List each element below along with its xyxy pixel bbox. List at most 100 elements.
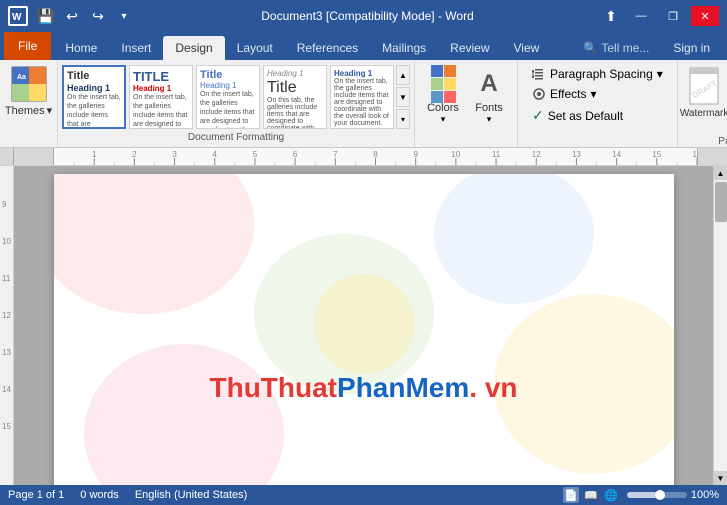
- page-info: Page 1 of 1: [8, 489, 64, 501]
- paragraph-spacing-button[interactable]: Paragraph Spacing ▾: [526, 64, 669, 84]
- set-as-default-button[interactable]: ✓ Set as Default: [526, 104, 669, 127]
- svg-text:10: 10: [451, 150, 460, 159]
- style-gallery: Title Heading 1 On the insert tab, the g…: [62, 64, 410, 130]
- style5-heading: Heading 1: [334, 69, 390, 78]
- fonts-button[interactable]: A Fonts ▾: [469, 64, 509, 127]
- window-title: Document3 [Compatibility Mode] - Word: [136, 9, 599, 23]
- document-formatting-label: Document Formatting: [62, 132, 410, 145]
- web-layout-view-button[interactable]: 🌐: [603, 487, 619, 503]
- zoom-controls: 100%: [627, 489, 719, 501]
- style2-title: TITLE: [133, 69, 189, 84]
- ribbon-toggle-icon[interactable]: ⬆: [599, 4, 623, 28]
- print-layout-view-button[interactable]: 📄: [563, 487, 579, 503]
- page-background-decoration: [54, 174, 674, 485]
- title-bar: W 💾 ↩ ↪ ▾ Document3 [Compatibility Mode]…: [0, 0, 727, 32]
- colors-chevron-icon: ▾: [441, 114, 446, 125]
- effects-icon: [532, 87, 546, 101]
- svg-text:W: W: [12, 12, 22, 23]
- effects-button[interactable]: Effects ▾: [526, 84, 669, 104]
- svg-text:11: 11: [492, 150, 501, 159]
- undo-button[interactable]: ↩: [60, 4, 84, 28]
- colors-fonts-content: Colors ▾ A Fonts ▾: [423, 64, 509, 127]
- ruler-body: 1 2 3 4 5 6 7 8 9: [14, 148, 727, 166]
- style-item-default[interactable]: Title Heading 1 On the insert tab, the g…: [62, 65, 126, 129]
- fonts-chevron-icon: ▾: [487, 114, 492, 125]
- themes-text: Themes: [5, 105, 45, 117]
- scroll-thumb[interactable]: [715, 182, 727, 222]
- zoom-level: 100%: [691, 489, 719, 501]
- view-buttons: 📄 📖 🌐: [563, 487, 619, 503]
- style-item-2[interactable]: TITLE Heading 1 On the insert tab, the g…: [129, 65, 193, 129]
- sign-in-button[interactable]: Sign in: [661, 36, 722, 60]
- colors-fonts-section: Colors ▾ A Fonts ▾: [415, 60, 518, 147]
- style5-body: On the insert tab, the galleries include…: [334, 78, 390, 127]
- watermark-text-part3: . vn: [469, 372, 517, 403]
- word-icon: W: [8, 6, 28, 26]
- restore-button[interactable]: ❐: [659, 6, 687, 26]
- word-count: 0 words: [80, 489, 119, 501]
- style-scroll-up-button[interactable]: ▲: [396, 65, 410, 85]
- effects-label: Effects: [550, 87, 586, 101]
- tab-view[interactable]: View: [502, 36, 552, 60]
- check-icon: ✓: [532, 107, 544, 124]
- style-item-4[interactable]: Heading 1 Title On this tab, the galleri…: [263, 65, 327, 129]
- zoom-slider[interactable]: [627, 492, 687, 498]
- themes-label: Themes ▾: [5, 104, 52, 117]
- tab-file[interactable]: File: [4, 32, 51, 60]
- style3-heading: Heading 1: [200, 81, 256, 90]
- redo-button[interactable]: ↪: [86, 4, 110, 28]
- style-title-text: Title: [67, 70, 121, 83]
- svg-text:14: 14: [612, 150, 621, 159]
- tab-references[interactable]: References: [285, 36, 370, 60]
- svg-text:16: 16: [693, 150, 697, 159]
- svg-text:Aa: Aa: [17, 74, 26, 81]
- customize-button[interactable]: ▾: [112, 4, 136, 28]
- style2-body: On the insert tab, the galleries include…: [133, 93, 189, 129]
- tab-mailings[interactable]: Mailings: [370, 36, 438, 60]
- themes-section[interactable]: Aa Themes ▾: [0, 60, 58, 147]
- read-mode-view-button[interactable]: 📖: [583, 487, 599, 503]
- minimize-button[interactable]: —: [627, 6, 655, 26]
- save-button[interactable]: 💾: [34, 4, 58, 28]
- watermark-button[interactable]: DRAFT Watermark: [682, 64, 727, 122]
- close-button[interactable]: ✕: [691, 6, 719, 26]
- tab-design[interactable]: Design: [163, 36, 224, 60]
- page-bg-content: DRAFT Watermark Page Color: [682, 64, 727, 134]
- style-item-5[interactable]: Heading 1 On the insert tab, the galleri…: [330, 65, 394, 129]
- style-heading-text: Heading 1: [67, 83, 121, 93]
- status-bar-right: 📄 📖 🌐 100%: [563, 487, 719, 503]
- themes-chevron-icon: ▾: [47, 104, 53, 117]
- style-scroll-more-button[interactable]: ▾: [396, 109, 410, 129]
- quick-access-toolbar: 💾 ↩ ↪ ▾: [34, 4, 136, 28]
- svg-text:12: 12: [532, 150, 541, 159]
- vertical-scrollbar[interactable]: ▲ ▼: [713, 166, 727, 485]
- window-controls: ⬆ — ❐ ✕: [599, 4, 719, 28]
- scroll-down-button[interactable]: ▼: [714, 471, 727, 485]
- style2-heading: Heading 1: [133, 84, 189, 93]
- tab-layout[interactable]: Layout: [225, 36, 285, 60]
- style-scroll-down-button[interactable]: ▼: [396, 87, 410, 107]
- colors-button[interactable]: Colors ▾: [423, 64, 463, 127]
- svg-text:5: 5: [253, 150, 258, 159]
- svg-text:4: 4: [213, 150, 218, 159]
- fonts-label: Fonts: [475, 102, 503, 114]
- tab-review[interactable]: Review: [438, 36, 501, 60]
- document-formatting-section: Title Heading 1 On the insert tab, the g…: [58, 60, 415, 147]
- title-bar-left: W 💾 ↩ ↪ ▾: [8, 4, 136, 28]
- style-items-list: Title Heading 1 On the insert tab, the g…: [62, 65, 394, 129]
- document-page[interactable]: ThuThuatPhanMem. vn: [54, 174, 674, 485]
- tab-insert[interactable]: Insert: [109, 36, 163, 60]
- ruler: 1 2 3 4 5 6 7 8 9: [0, 148, 727, 166]
- style4-title: Title: [267, 79, 323, 97]
- tell-me-input[interactable]: 🔍 Tell me...: [571, 36, 661, 60]
- svg-text:2: 2: [132, 150, 137, 159]
- watermark-text-part1: ThuThuat: [209, 372, 337, 403]
- svg-text:13: 13: [572, 150, 581, 159]
- scroll-up-button[interactable]: ▲: [714, 166, 727, 180]
- main-area: 9 10 11 12 13 14 15: [0, 166, 727, 485]
- style-item-3[interactable]: Title Heading 1 On the insert tab, the g…: [196, 65, 260, 129]
- tab-home[interactable]: Home: [53, 36, 109, 60]
- ruler-left-margin: [0, 148, 14, 166]
- line-numbers-sidebar: 9 10 11 12 13 14 15: [0, 166, 14, 485]
- watermark-icon: DRAFT: [686, 66, 722, 108]
